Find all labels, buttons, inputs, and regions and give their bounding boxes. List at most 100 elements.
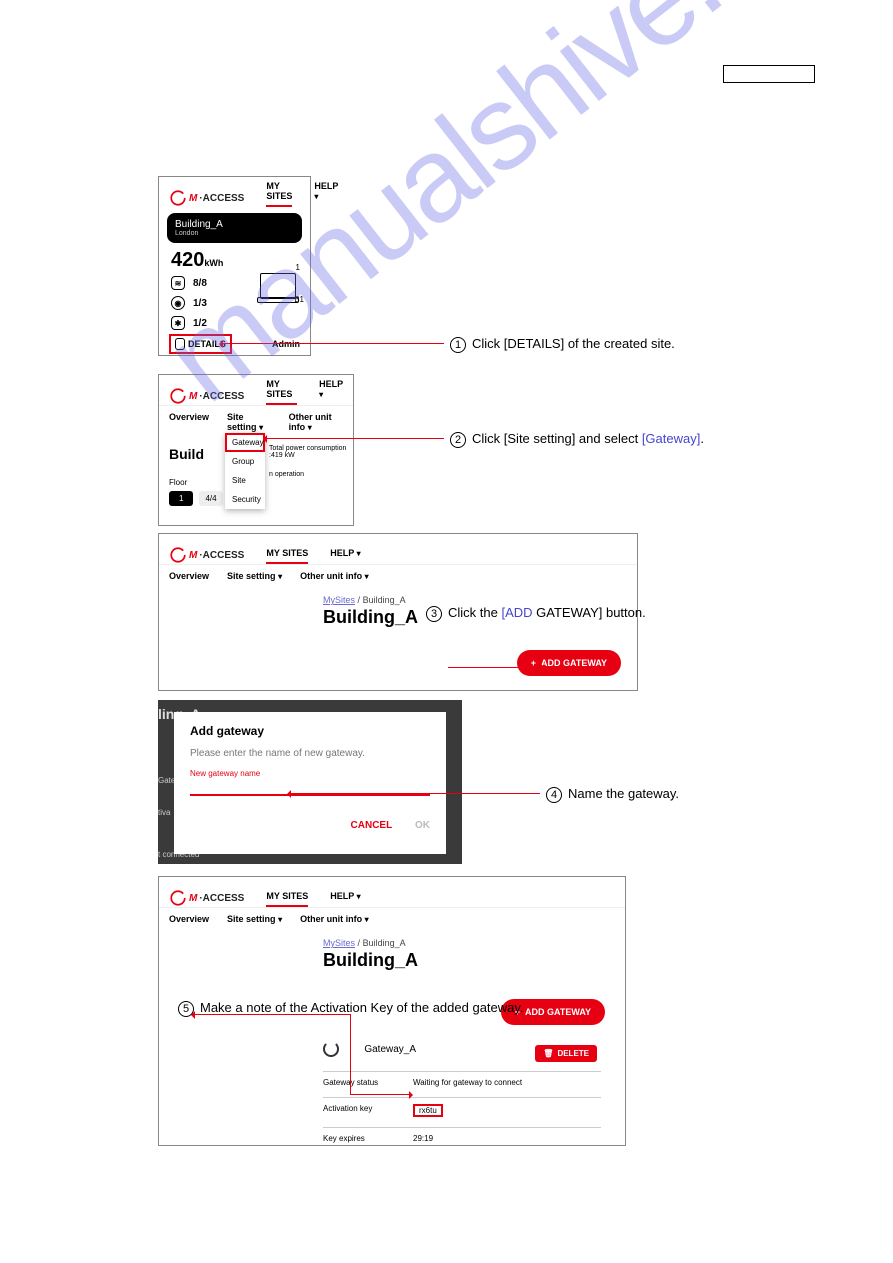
nav-site-setting[interactable]: Site setting ▾	[227, 571, 282, 581]
nav-other-unit-info[interactable]: Other unit info ▾	[300, 571, 369, 581]
dropdown-item-security[interactable]: Security	[225, 490, 265, 509]
gateway-name-label: New gateway name	[190, 769, 430, 778]
crumb-building: Building_A	[363, 938, 406, 948]
app-header: M·ACCESS MY SITES HELP ▾	[159, 375, 353, 405]
op-count-partial: 4/4	[199, 491, 222, 506]
app-header: M·ACCESS MY SITES HELP ▾	[159, 877, 625, 907]
nav-overview[interactable]: Overview	[169, 571, 209, 581]
floor-pill[interactable]: 1	[169, 491, 193, 506]
arrow-3	[448, 667, 542, 668]
alert-icon	[175, 338, 185, 350]
arrow-4	[290, 793, 540, 794]
app-logo: M·ACCESS	[169, 189, 244, 207]
stat-1: 8/8	[193, 278, 207, 289]
tab-my-sites[interactable]: MY SITES	[266, 181, 292, 207]
dropdown-item-group[interactable]: Group	[225, 452, 265, 471]
status-value: Waiting for gateway to connect	[413, 1078, 522, 1087]
page-corner-box	[723, 65, 815, 83]
expires-value: 29:19	[413, 1134, 433, 1143]
kwh-value: 420kWh	[171, 249, 298, 272]
activation-key-value: rx6tu	[413, 1104, 443, 1117]
crumb-building: Building_A	[363, 595, 406, 605]
modal-title: Add gateway	[190, 724, 430, 738]
device-icon	[260, 273, 296, 299]
dropdown-item-site[interactable]: Site	[225, 471, 265, 490]
site-card[interactable]: Building_A London	[167, 213, 302, 243]
tab-my-sites[interactable]: MY SITES	[266, 548, 308, 564]
logo-ring-icon	[169, 387, 187, 405]
app-logo: M·ACCESS	[169, 387, 244, 405]
chevron-down-icon: ▾	[357, 549, 361, 558]
page-title: Building_A	[323, 950, 625, 971]
nav-other-unit-info[interactable]: Other unit info ▾	[300, 914, 369, 924]
tab-my-sites[interactable]: MY SITES	[266, 891, 308, 907]
role-label: Admin	[272, 339, 300, 349]
chevron-down-icon: ▾	[314, 192, 318, 201]
nav-site-setting[interactable]: Site setting ▾	[227, 914, 282, 924]
sub-nav: Overview Site setting ▾ Other unit info …	[159, 907, 625, 930]
tab-help[interactable]: HELP ▾	[314, 181, 338, 207]
arrow-5v	[350, 1014, 351, 1094]
gateway-name: Gateway_A	[364, 1044, 416, 1055]
screenshot-panel-4: ling_A Gate tiva t connected Add gateway…	[158, 700, 462, 864]
tab-help[interactable]: HELP ▾	[330, 891, 360, 907]
arrow-5top	[194, 1014, 350, 1015]
breadcrumb: MySites / Building_A	[323, 595, 637, 605]
screenshot-panel-2: M·ACCESS MY SITES HELP ▾ Overview Site s…	[158, 374, 354, 526]
callout-3: 3Click the [ADD GATEWAY] button.	[426, 605, 646, 622]
chevron-down-icon: ▾	[278, 915, 282, 924]
site-setting-dropdown: Gateway Group Site Security	[225, 433, 265, 509]
arrow-1	[222, 343, 444, 344]
nav-other-unit-info[interactable]: Other unit info ▾	[289, 412, 343, 432]
kv-expires: Key expires29:19	[323, 1127, 601, 1149]
snow-icon: ✱	[171, 316, 185, 330]
chevron-down-icon: ▾	[319, 390, 323, 399]
crumb-mysites[interactable]: MySites	[323, 595, 355, 605]
logo-ring-icon	[169, 189, 187, 207]
tab-my-sites[interactable]: MY SITES	[266, 379, 297, 405]
stat-2: 1/3	[193, 298, 207, 309]
callout-1: 1Click [DETAILS] of the created site.	[450, 336, 675, 353]
screenshot-panel-1: M·ACCESS MY SITES HELP ▾ Building_A Lond…	[158, 176, 311, 356]
arrow-2	[266, 438, 444, 439]
arrow-5h	[350, 1094, 410, 1095]
chevron-down-icon: ▾	[259, 423, 263, 432]
nav-overview[interactable]: Overview	[169, 412, 209, 432]
gateway-card: Gateway_A Gateway statusWaiting for gate…	[323, 1041, 601, 1149]
site-name: Building_A	[175, 219, 294, 230]
nav-site-setting[interactable]: Site setting ▾	[227, 412, 271, 432]
cancel-button[interactable]: CANCEL	[351, 820, 393, 831]
callout-2: 2Click [Site setting] and select [Gatewa…	[450, 431, 704, 448]
chevron-down-icon: ▾	[365, 915, 369, 924]
nav-overview[interactable]: Overview	[169, 914, 209, 924]
stat-3: 1/2	[193, 318, 207, 329]
callout-4: 4Name the gateway.	[546, 786, 679, 803]
app-header: M·ACCESS MY SITES HELP ▾	[159, 177, 310, 207]
logo-ring-icon	[169, 889, 187, 907]
chevron-down-icon: ▾	[365, 572, 369, 581]
op-partial: n operation	[269, 471, 304, 478]
site-location: London	[175, 230, 294, 237]
tab-help[interactable]: HELP ▾	[330, 548, 360, 564]
ac-icon: ≋	[171, 276, 185, 290]
chevron-down-icon: ▾	[308, 423, 312, 432]
drop-icon: ◉	[171, 296, 185, 310]
breadcrumb: MySites / Building_A	[323, 938, 625, 948]
loading-spinner-icon	[323, 1041, 339, 1057]
app-logo: M·ACCESS	[169, 546, 244, 564]
add-gateway-button[interactable]: +ADD GATEWAY	[517, 650, 621, 676]
add-gateway-modal: Add gateway Please enter the name of new…	[174, 712, 446, 854]
modal-hint: Please enter the name of new gateway.	[190, 748, 430, 759]
kv-activation-key: Activation keyrx6tu	[323, 1097, 601, 1123]
logo-ring-icon	[169, 546, 187, 564]
crumb-mysites[interactable]: MySites	[323, 938, 355, 948]
kv-status: Gateway statusWaiting for gateway to con…	[323, 1071, 601, 1093]
app-logo: M·ACCESS	[169, 889, 244, 907]
power-line: Total power consumption :419 kW	[269, 445, 353, 459]
ok-button[interactable]: OK	[415, 820, 430, 831]
tab-help[interactable]: HELP ▾	[319, 379, 343, 405]
device-label-bottom: B1	[294, 295, 304, 304]
app-header: M·ACCESS MY SITES HELP ▾	[159, 534, 637, 564]
chevron-down-icon: ▾	[357, 892, 361, 901]
edge-tiva: tiva	[158, 808, 170, 817]
